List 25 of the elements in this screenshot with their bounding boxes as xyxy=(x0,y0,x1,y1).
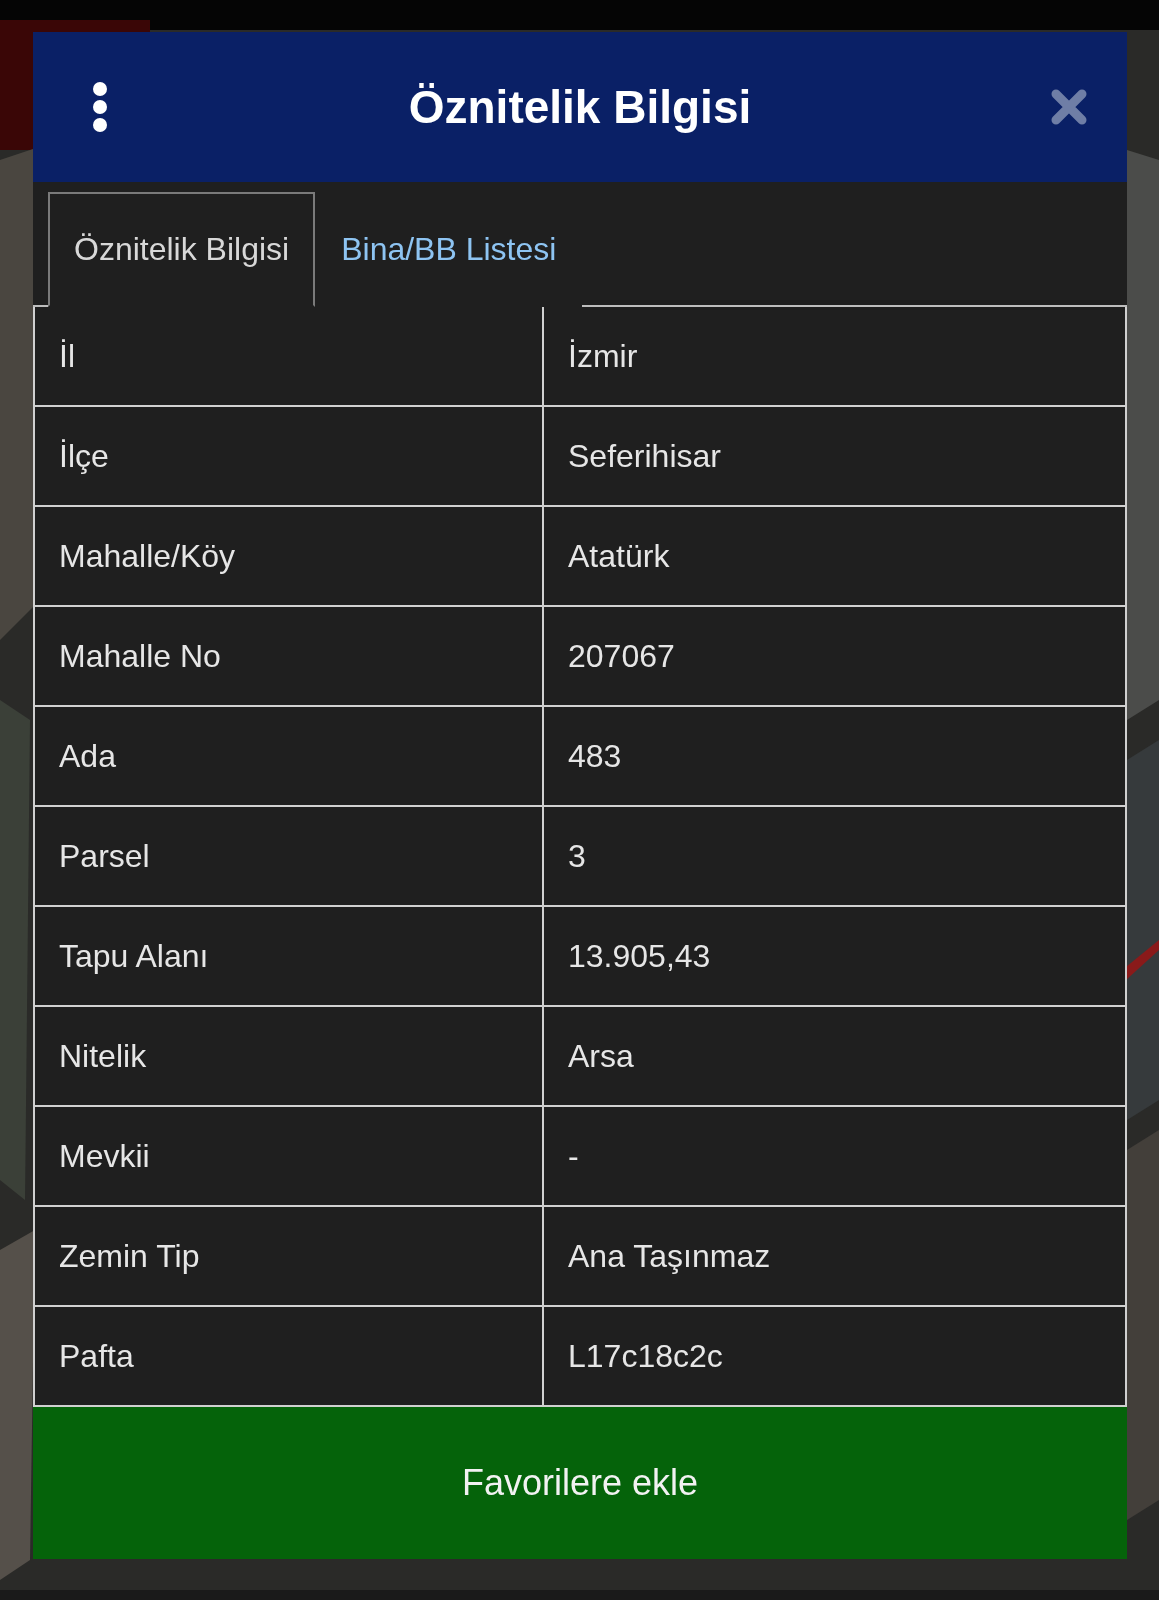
label-cell: Ada xyxy=(35,707,544,807)
label-cell: İl xyxy=(35,307,544,407)
value-cell: 3 xyxy=(544,807,1125,907)
value-cell: Seferihisar xyxy=(544,407,1125,507)
label-cell: Parsel xyxy=(35,807,544,907)
label-cell: Nitelik xyxy=(35,1007,544,1107)
value-cell: Ana Taşınmaz xyxy=(544,1207,1125,1307)
close-icon[interactable] xyxy=(1051,89,1087,125)
tab[interactable]: Öznitelik Bilgisi xyxy=(48,192,316,307)
menu-icon[interactable] xyxy=(91,82,109,132)
value-cell: İzmir xyxy=(544,307,1125,407)
value-cell: Atatürk xyxy=(544,507,1125,607)
label-cell: Tapu Alanı xyxy=(35,907,544,1007)
value-cell: 207067 xyxy=(544,607,1125,707)
dialog-title: Öznitelik Bilgisi xyxy=(408,80,752,134)
value-cell: 13.905,43 xyxy=(544,907,1125,1007)
add-to-favorites-button[interactable]: Favorilere ekle xyxy=(33,1407,1127,1559)
value-cell: - xyxy=(544,1107,1125,1207)
label-cell: İlçe xyxy=(35,407,544,507)
value-cell: Arsa xyxy=(544,1007,1125,1107)
value-cell: 483 xyxy=(544,707,1125,807)
label-cell: Mahalle/Köy xyxy=(35,507,544,607)
label-cell: Zemin Tip xyxy=(35,1207,544,1307)
label-cell: Mahalle No xyxy=(35,607,544,707)
label-cell: Mevkii xyxy=(35,1107,544,1207)
